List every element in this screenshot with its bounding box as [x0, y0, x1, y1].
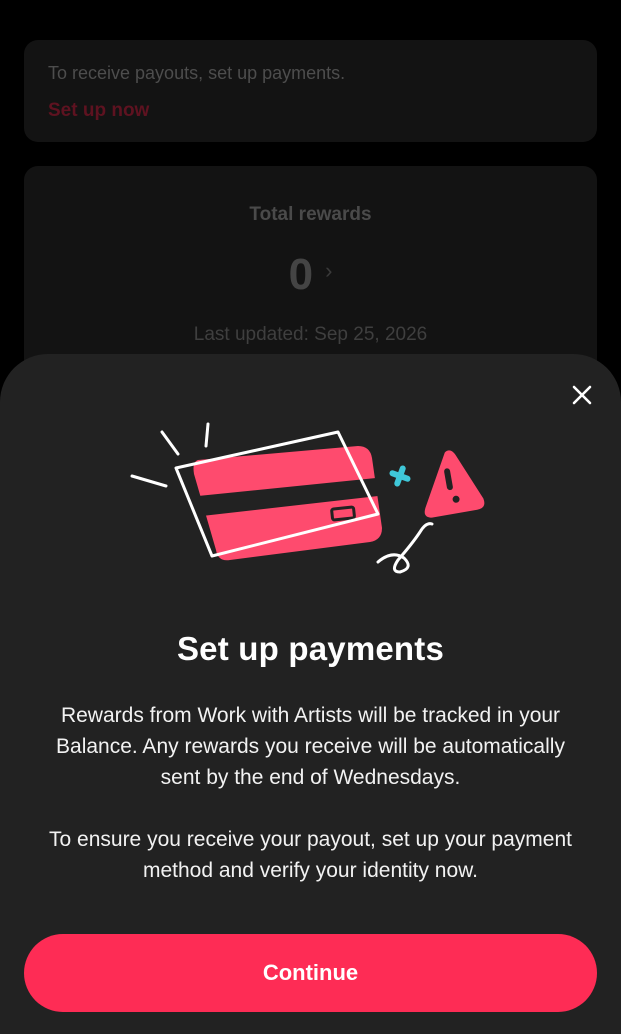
credit-card-warning-illustration	[130, 422, 485, 574]
close-icon	[572, 385, 592, 405]
rewards-description: Rewards from Work with Artists will be t…	[56, 704, 565, 789]
setup-payments-sheet: Set up payments Rewards from Work with A…	[0, 354, 621, 1034]
warning-icon	[424, 450, 485, 518]
payout-notice-text: To receive payouts, set up payments.	[48, 63, 346, 83]
total-rewards-title: Total rewards	[249, 204, 372, 225]
payout-notice-card: To receive payouts, set up payments. Set…	[24, 40, 597, 142]
set-up-now-link: Set up now	[48, 100, 150, 121]
payout-instructions: To ensure you receive your payout, set u…	[49, 828, 572, 882]
sparkle-icon	[389, 465, 411, 487]
sheet-title: Set up payments	[176, 630, 445, 667]
total-rewards-value-row: 0 ›	[24, 250, 597, 302]
continue-button[interactable]: Continue	[24, 934, 597, 1012]
close-button[interactable]	[565, 378, 599, 412]
chevron-right-icon: ›	[325, 258, 333, 284]
total-rewards-value: 0	[288, 250, 314, 299]
last-updated-text: Last updated: Sep 25, 2026	[193, 324, 428, 345]
